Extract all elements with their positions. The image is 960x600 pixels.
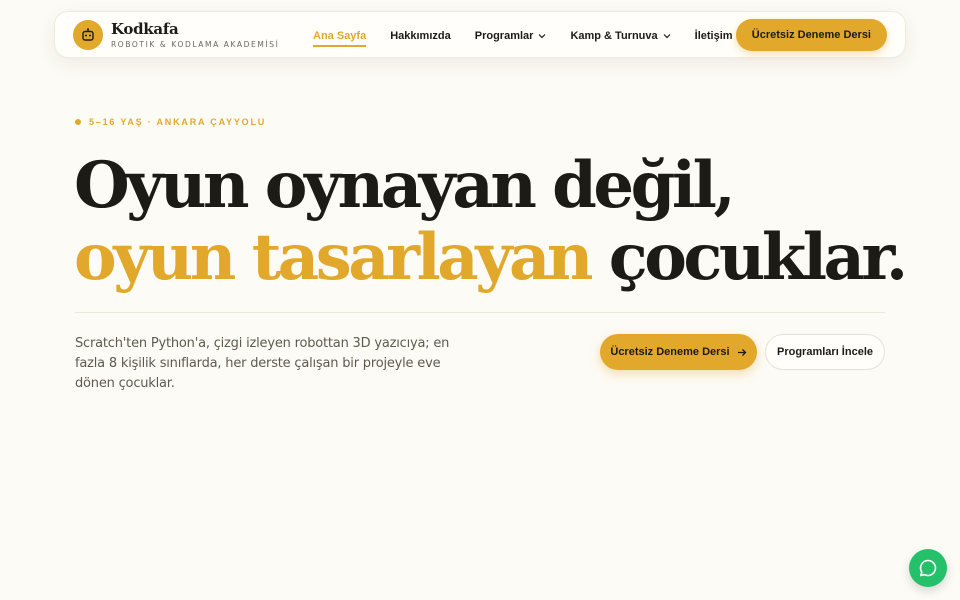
chat-button[interactable]: [909, 549, 947, 587]
nav-item-camp-tournament[interactable]: Kamp & Turnuva: [570, 12, 671, 59]
arrow-right-icon: [737, 348, 747, 357]
hero-trial-lesson-button[interactable]: Ücretsiz Deneme Dersi: [600, 334, 757, 370]
headline-accent: oyun tasarlayan: [74, 220, 593, 295]
top-navigation: Kodkafa ROBOTIK & KODLAMA AKADEMİSİ Ana …: [54, 11, 906, 58]
nav-item-label: Hakkımızda: [390, 29, 451, 42]
headline-rest: çocuklar.: [589, 220, 908, 295]
hero-headline: Oyun oynayan değil, oyun tasarlayan çocu…: [74, 148, 908, 295]
nav-item-home[interactable]: Ana Sayfa: [313, 12, 367, 59]
chevron-down-icon: [538, 33, 546, 39]
nav-trial-lesson-button[interactable]: Ücretsiz Deneme Dersi: [735, 19, 887, 51]
robot-icon: [82, 28, 94, 41]
nav-item-label: Programlar: [474, 29, 534, 42]
nav-item-about[interactable]: Hakkımızda: [390, 12, 451, 59]
view-programs-button[interactable]: Programları İncele: [765, 334, 885, 370]
eyebrow-text: 5–16 YAŞ · ANKARA ÇAYYOLU: [89, 117, 267, 127]
nav-item-programs[interactable]: Programlar: [475, 12, 547, 59]
hero-lead: Scratch'ten Python'a, çizgi izleyen robo…: [75, 336, 450, 391]
chevron-down-icon: [663, 33, 671, 39]
headline-line-1: Oyun oynayan değil,: [74, 148, 736, 223]
button-label: Ücretsiz Deneme Dersi: [610, 346, 730, 358]
logo-badge[interactable]: [73, 20, 103, 50]
brand-name: Kodkafa: [111, 20, 179, 38]
brand[interactable]: Kodkafa ROBOTIK & KODLAMA AKADEMİSİ: [111, 20, 280, 50]
nav-item-label: Kamp & Turnuva: [570, 29, 658, 42]
nav-item-contact[interactable]: İletişim: [695, 12, 733, 59]
brand-tagline: ROBOTIK & KODLAMA AKADEMİSİ: [111, 40, 280, 49]
nav-item-label: Ana Sayfa: [313, 29, 367, 42]
eyebrow-dot: [75, 119, 81, 125]
chat-bubble-icon: [919, 559, 937, 577]
divider: [75, 312, 885, 313]
nav-item-label: İletişim: [694, 29, 733, 42]
main-menu: Ana Sayfa Hakkımızda Programlar Kamp & T…: [313, 12, 733, 59]
hero-eyebrow: 5–16 YAŞ · ANKARA ÇAYYOLU: [75, 117, 266, 127]
